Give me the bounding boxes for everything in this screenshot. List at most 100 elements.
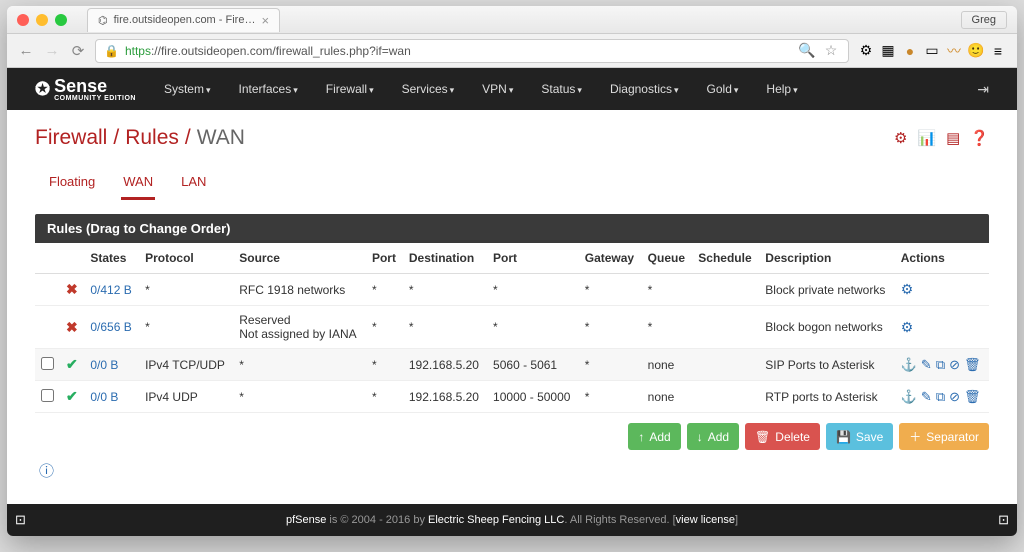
window-close-icon[interactable]: [17, 14, 29, 26]
col-states: States: [84, 243, 139, 274]
settings-icon[interactable]: ⚙: [894, 129, 907, 147]
ext-icon-1[interactable]: ⚙: [857, 42, 875, 59]
cell-schedule: [692, 381, 759, 413]
topnav-firewall[interactable]: Firewall▾: [314, 82, 386, 96]
gear-icon[interactable]: ⚙: [901, 281, 914, 297]
edit-icon[interactable]: ✎: [921, 389, 932, 405]
table-row[interactable]: ✖0/412 B*RFC 1918 networks*****Block pri…: [35, 274, 989, 306]
tab-close-icon[interactable]: ×: [261, 13, 269, 28]
browser-extensions: ⚙ ▦ ● ▭ 〰 🙂 ≡: [857, 41, 1007, 61]
breadcrumb-current: WAN: [197, 126, 245, 150]
table-row[interactable]: ✖0/656 B*ReservedNot assigned by IANA***…: [35, 306, 989, 349]
tab-wan[interactable]: WAN: [121, 166, 155, 200]
states-link[interactable]: 0/412 B: [90, 283, 131, 297]
cell-sport: *: [366, 349, 403, 381]
nav-forward-icon[interactable]: →: [43, 42, 61, 59]
table-row[interactable]: ✔0/0 BIPv4 UDP**192.168.5.2010000 - 5000…: [35, 381, 989, 413]
cell-source: *: [233, 381, 366, 413]
disable-icon[interactable]: ⊘: [949, 357, 960, 373]
cell-dport: 5060 - 5061: [487, 349, 579, 381]
copy-icon[interactable]: ⧉: [936, 357, 945, 373]
topnav-interfaces[interactable]: Interfaces▾: [227, 82, 310, 96]
col-destination: Destination: [403, 243, 487, 274]
topnav-vpn[interactable]: VPN▾: [470, 82, 525, 96]
cell-destination: 192.168.5.20: [403, 349, 487, 381]
topnav-system[interactable]: System▾: [152, 82, 223, 96]
topnav-diagnostics[interactable]: Diagnostics▾: [598, 82, 691, 96]
logo-subtext: COMMUNITY EDITION: [54, 95, 136, 102]
separator-button[interactable]: ＋Separator: [899, 423, 989, 450]
col-sport: Port: [366, 243, 403, 274]
window-minimize-icon[interactable]: [36, 14, 48, 26]
cell-queue: none: [642, 349, 693, 381]
cell-dport: 10000 - 50000: [487, 381, 579, 413]
row-checkbox[interactable]: [41, 389, 54, 402]
ext-icon-2[interactable]: ▦: [879, 42, 897, 59]
logout-icon[interactable]: ⇥: [977, 81, 989, 98]
row-checkbox[interactable]: [41, 357, 54, 370]
browser-menu-icon[interactable]: ≡: [989, 43, 1007, 59]
copy-icon[interactable]: ⧉: [936, 389, 945, 405]
ext-icon-5[interactable]: 〰: [945, 41, 963, 61]
ext-icon-3[interactable]: ●: [901, 43, 919, 59]
cell-description: SIP Ports to Asterisk: [759, 349, 894, 381]
disable-icon[interactable]: ⊘: [949, 389, 960, 405]
browser-profile[interactable]: Greg: [961, 11, 1007, 29]
topnav-gold[interactable]: Gold▾: [695, 82, 751, 96]
search-icon[interactable]: 🔍: [798, 42, 816, 59]
breadcrumb-firewall[interactable]: Firewall: [35, 126, 107, 150]
browser-toolbar: ← → ⟳ 🔒 https ://fire.outsideopen.com/fi…: [7, 34, 1017, 68]
trash-icon[interactable]: 🗑: [964, 389, 981, 405]
col-schedule: Schedule: [692, 243, 759, 274]
states-link[interactable]: 0/656 B: [90, 320, 131, 334]
add-rule-bottom-button[interactable]: ↓Add: [687, 423, 739, 450]
tab-floating[interactable]: Floating: [47, 166, 97, 200]
window-zoom-icon[interactable]: [55, 14, 67, 26]
footer-company[interactable]: Electric Sheep Fencing LLC: [428, 514, 564, 526]
col-actions: Actions: [895, 243, 989, 274]
cell-protocol: *: [139, 306, 233, 349]
pass-icon: ✔: [66, 356, 78, 372]
breadcrumb-rules[interactable]: Rules: [125, 126, 179, 150]
edit-icon[interactable]: ✎: [921, 357, 932, 373]
footer-collapse-left-icon[interactable]: ⊡: [15, 512, 26, 528]
block-icon: ✖: [66, 319, 78, 335]
browser-tab[interactable]: ⌬ fire.outsideopen.com - Fire… ×: [87, 8, 280, 32]
table-row[interactable]: ✔0/0 BIPv4 TCP/UDP**192.168.5.205060 - 5…: [35, 349, 989, 381]
anchor-icon[interactable]: ⚓: [901, 389, 917, 405]
gear-icon[interactable]: ⚙: [901, 319, 914, 335]
url-field[interactable]: 🔒 https ://fire.outsideopen.com/firewall…: [95, 39, 849, 63]
states-link[interactable]: 0/0 B: [90, 390, 118, 404]
log-icon[interactable]: ▤: [946, 129, 960, 147]
footer-license-link[interactable]: view license: [676, 514, 735, 526]
cell-gateway: *: [579, 274, 642, 306]
footer-collapse-right-icon[interactable]: ⊡: [998, 512, 1009, 528]
arrow-down-icon: ↓: [697, 430, 703, 444]
ext-icon-6[interactable]: 🙂: [967, 42, 985, 59]
cell-description: Block bogon networks: [759, 306, 894, 349]
delete-button[interactable]: 🗑Delete: [745, 423, 820, 450]
app-footer: ⊡ pfSense is © 2004 - 2016 by Electric S…: [7, 504, 1017, 536]
topnav-services[interactable]: Services▾: [390, 82, 467, 96]
star-icon[interactable]: ☆: [822, 42, 840, 59]
save-icon: 💾: [836, 430, 851, 444]
add-rule-top-button[interactable]: ↑Add: [628, 423, 680, 450]
nav-reload-icon[interactable]: ⟳: [69, 42, 87, 60]
nav-back-icon[interactable]: ←: [17, 42, 35, 59]
cell-source: RFC 1918 networks: [233, 274, 366, 306]
help-icon[interactable]: ❓: [970, 129, 989, 147]
breadcrumb-sep: /: [113, 126, 119, 150]
topnav-status[interactable]: Status▾: [529, 82, 594, 96]
tab-lan[interactable]: LAN: [179, 166, 208, 200]
topnav-help[interactable]: Help▾: [754, 82, 809, 96]
footer-brand[interactable]: pfSense: [286, 514, 326, 526]
save-button[interactable]: 💾Save: [826, 423, 893, 450]
stats-icon[interactable]: 📊: [917, 129, 936, 147]
info-icon[interactable]: ⓘ: [39, 460, 54, 481]
states-link[interactable]: 0/0 B: [90, 358, 118, 372]
trash-icon[interactable]: 🗑: [964, 357, 981, 373]
anchor-icon[interactable]: ⚓: [901, 357, 917, 373]
cell-protocol: IPv4 TCP/UDP: [139, 349, 233, 381]
app-logo[interactable]: ✪ Sense COMMUNITY EDITION: [35, 76, 136, 102]
ext-icon-4[interactable]: ▭: [923, 42, 941, 59]
